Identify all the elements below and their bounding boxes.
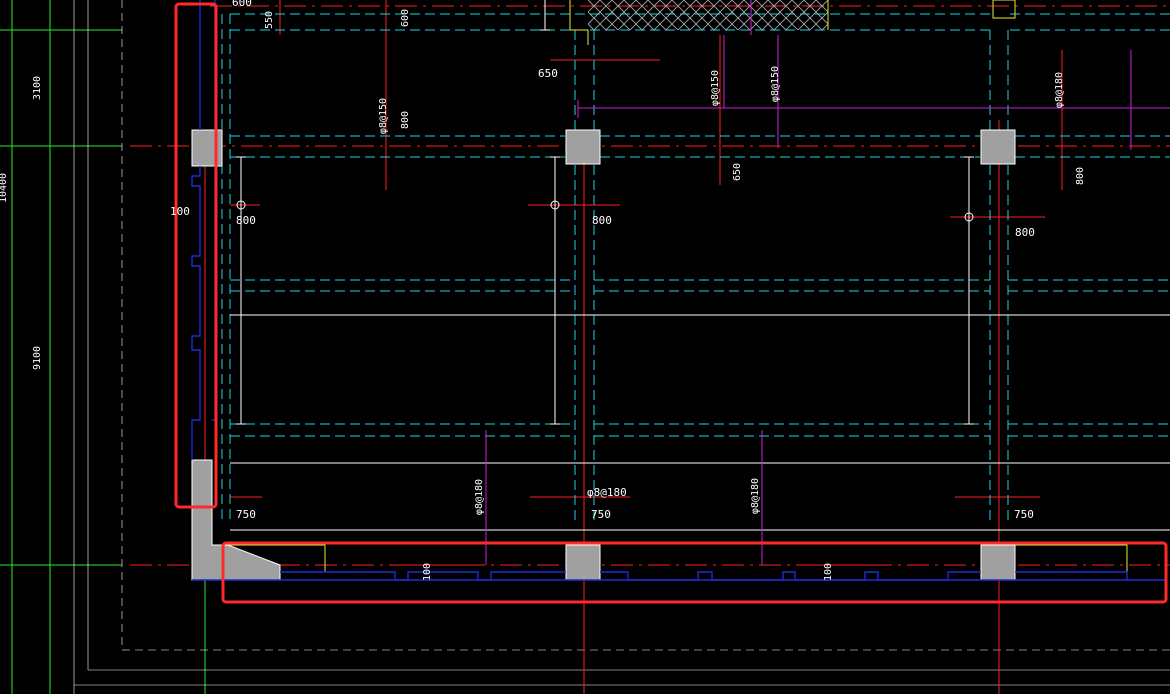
dim-800-h3: 800: [1015, 226, 1035, 239]
column-right-bottom: [980, 544, 1016, 581]
rebar-label-2: φ8@150: [710, 70, 721, 106]
dim-left-mid: 10400: [0, 173, 9, 203]
dim-750-3: 750: [1014, 508, 1034, 521]
dim-800-v1: 800: [400, 111, 411, 129]
rebar-label-6: φ8@180: [587, 486, 627, 499]
dim-100-left: 100: [170, 205, 190, 218]
dim-800-v2: 800: [1075, 167, 1086, 185]
dim-650-top: 650: [538, 67, 558, 80]
column-right-top: [980, 129, 1016, 165]
rebar-label-3: φ8@150: [770, 66, 781, 102]
cad-drawing-canvas[interactable]: 3100 10400 9100 600 550 600 650 650 800 …: [0, 0, 1170, 694]
dim-top-550: 550: [264, 11, 275, 29]
dim-100-b2: 100: [823, 563, 834, 581]
dim-top-600b: 600: [400, 9, 411, 27]
dim-750-1: 750: [236, 508, 256, 521]
hatched-region: [588, 0, 828, 30]
dim-left-top: 3100: [32, 76, 43, 100]
dim-750-2: 750: [591, 508, 611, 521]
dim-top-600a: 600: [232, 0, 252, 9]
dim-800-h1: 800: [236, 214, 256, 227]
rebar-label-5: φ8@180: [474, 479, 485, 515]
rebar-label-4: φ8@180: [1054, 72, 1065, 108]
rebar-label-7: φ8@180: [750, 478, 761, 514]
dim-left-low: 9100: [32, 346, 43, 370]
column-mid-top: [565, 129, 601, 165]
dim-100-b1: 100: [422, 563, 433, 581]
column-mid-bottom: [565, 544, 601, 581]
dim-800-h2: 800: [592, 214, 612, 227]
rebar-label-1: φ8@150: [378, 98, 389, 134]
dim-650-mid: 650: [732, 163, 743, 181]
